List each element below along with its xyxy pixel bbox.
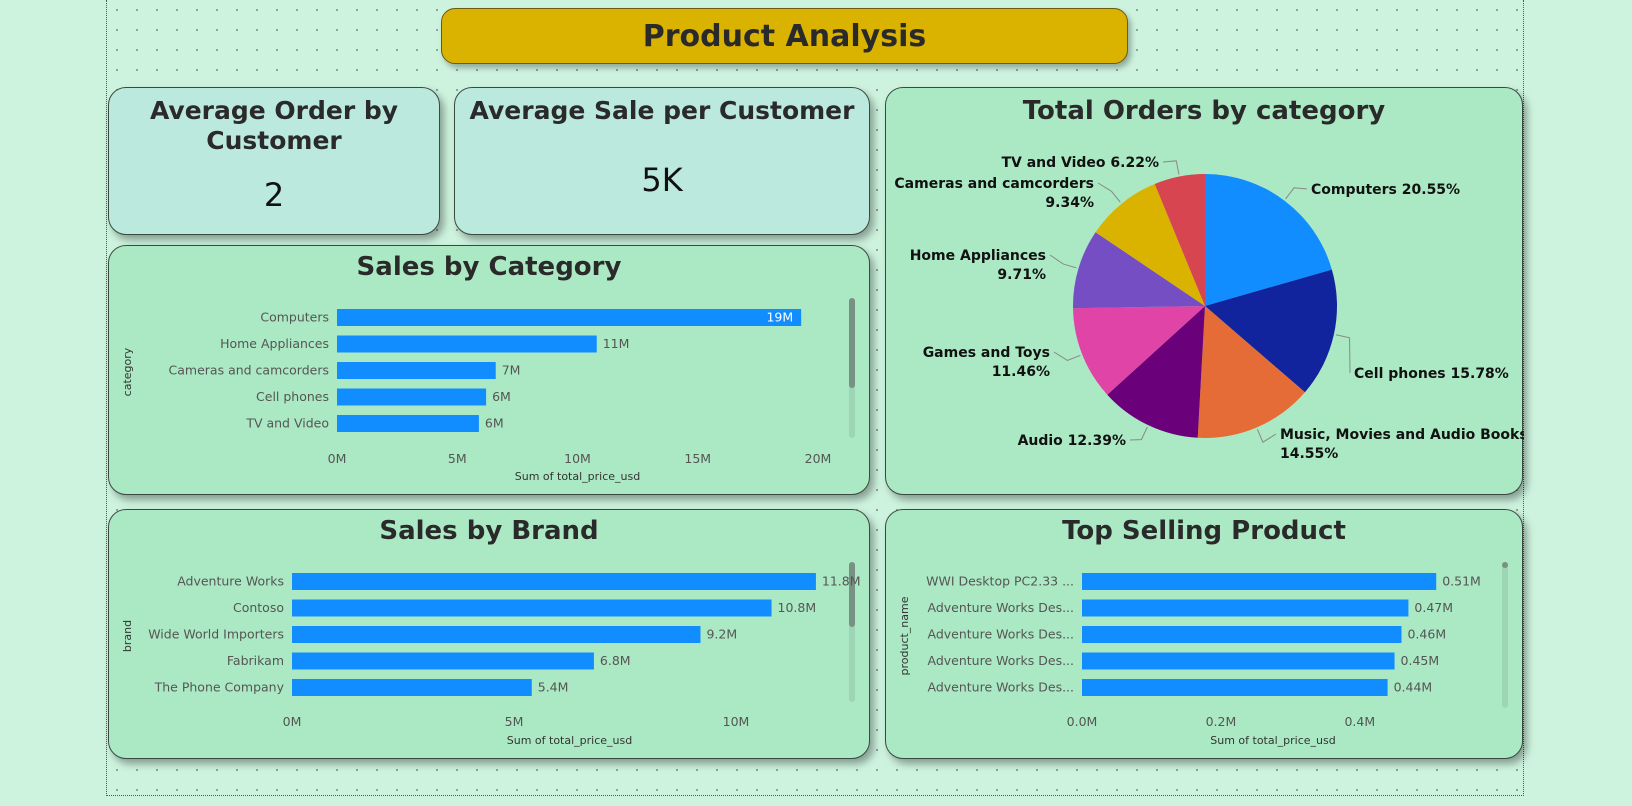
y-axis-title: product_name [898, 596, 911, 675]
x-tick-label: 5M [448, 451, 467, 466]
category-label: Computers [260, 310, 329, 325]
x-tick-label: 0M [328, 451, 347, 466]
category-label: Cameras and camcorders [169, 363, 329, 378]
bar[interactable] [292, 652, 594, 670]
scrollbar-thumb[interactable] [1502, 562, 1508, 568]
slice-label: TV and Video 6.22% [1001, 155, 1159, 171]
kpi-card-average-sale[interactable]: Average Sale per Customer 5K [454, 87, 870, 235]
chart-sales-by-category: Computers 19M Home Appliances 11M Cameras an… [121, 309, 832, 483]
kpi-title: Average Sale per Customer [469, 96, 855, 125]
x-tick-label: 0.0M [1067, 714, 1098, 729]
bar[interactable] [1082, 573, 1437, 590]
panel-sales-by-category[interactable]: Sales by Category Computers 19M Home Appli… [108, 245, 870, 495]
bar[interactable] [337, 362, 496, 379]
scrollbar-thumb[interactable] [849, 562, 855, 627]
scrollbar-thumb[interactable] [849, 298, 855, 388]
data-label: 10.8M [778, 600, 817, 615]
data-label: 11M [603, 336, 630, 351]
category-label: Adventure Works Des... [927, 600, 1074, 615]
bar[interactable] [292, 626, 701, 643]
x-tick-label: 10M [564, 451, 591, 466]
data-label: 0.44M [1394, 680, 1433, 695]
kpi-title-line1: Average Order by [149, 96, 399, 125]
slice-label: Games and Toys 11.46% [923, 345, 1050, 380]
kpi-value: 2 [263, 176, 285, 214]
data-label: 6.8M [600, 653, 631, 668]
data-label: 0.47M [1414, 600, 1453, 615]
x-axis-title: Sum of total_price_usd [515, 470, 640, 483]
slice-label: Music, Movies and Audio Books 14.55% [1280, 427, 1524, 462]
category-label: Contoso [233, 600, 284, 615]
category-label: WWI Desktop PC2.33 ... [926, 574, 1074, 589]
bar[interactable] [337, 335, 597, 353]
panel-sales-by-brand[interactable]: Sales by Brand Adventure Works 11.8M Conto… [108, 509, 870, 759]
bar[interactable] [337, 309, 802, 326]
bar[interactable] [337, 415, 479, 432]
kpi-value: 5K [641, 161, 683, 199]
x-tick-label: 0.4M [1344, 714, 1375, 729]
category-label: The Phone Company [154, 680, 285, 695]
slice-label: Computers 20.55% [1311, 182, 1460, 198]
category-label: Adventure Works [177, 574, 284, 589]
y-axis-title: category [121, 347, 134, 396]
slice-label: Cell phones 15.78% [1354, 366, 1509, 382]
bar[interactable] [1082, 599, 1409, 617]
scrollbar[interactable] [849, 298, 855, 438]
x-tick-label: 20M [805, 451, 832, 466]
bar[interactable] [292, 679, 532, 696]
category-label: Home Appliances [220, 336, 329, 351]
bar[interactable] [1082, 679, 1388, 696]
leader-line [1097, 182, 1121, 203]
bar[interactable] [1082, 626, 1402, 643]
slice-label: Cameras and camcorders 9.34% [894, 176, 1094, 211]
leader-line [1053, 351, 1081, 362]
x-tick-label: 5M [505, 714, 524, 729]
leader-line [1162, 160, 1180, 175]
bar[interactable] [337, 388, 487, 406]
data-label: 19M [766, 310, 793, 325]
chart-total-orders-by-category: Computers 20.55% Cell phones 15.78% Music,… [894, 155, 1524, 462]
x-axis-title: Sum of total_price_usd [1210, 734, 1335, 747]
scrollbar[interactable] [1502, 562, 1508, 708]
chart-sales-by-brand: Adventure Works 11.8MContoso 10.8MWide Wor… [121, 573, 861, 747]
category-label: Wide World Importers [148, 627, 284, 642]
panel-total-orders-by-category[interactable]: Total Orders by category Computers 20.55… [885, 87, 1524, 495]
data-label: 6M [485, 416, 504, 431]
y-axis-title: brand [121, 620, 134, 652]
x-tick-label: 15M [684, 451, 711, 466]
data-label: 9.2M [706, 627, 737, 642]
leader-line [1129, 426, 1148, 441]
leader-line [1335, 334, 1351, 374]
x-axis-title: Sum of total_price_usd [507, 734, 632, 747]
category-label: Fabrikam [227, 653, 284, 668]
data-label: 0.46M [1407, 627, 1446, 642]
data-label: 0.51M [1442, 574, 1481, 589]
leader-line [1049, 254, 1077, 269]
x-tick-label: 0.2M [1206, 714, 1237, 729]
panel-top-selling-product[interactable]: Top Selling Product WWI Desktop PC2.33 .… [885, 509, 1523, 759]
kpi-card-average-order[interactable]: Average Order by Customer 2 [108, 87, 440, 235]
leader-line [1285, 187, 1308, 200]
page-title: Product Analysis [441, 8, 1128, 64]
slice-label: Home Appliances 9.71% [910, 248, 1046, 283]
scrollbar[interactable] [849, 562, 855, 702]
chart-top-selling-product: WWI Desktop PC2.33 ... 0.51M Adventure Wor… [898, 573, 1481, 747]
bar[interactable] [292, 573, 816, 590]
data-label: 7M [502, 363, 521, 378]
kpi-title-line2: Customer [206, 126, 342, 155]
data-label: 5.4M [538, 680, 569, 695]
category-label: Adventure Works Des... [927, 627, 1074, 642]
category-label: Adventure Works Des... [927, 653, 1074, 668]
slice-label: Audio 12.39% [1018, 433, 1126, 449]
data-label: 0.45M [1401, 653, 1440, 668]
data-label: 6M [492, 389, 511, 404]
category-label: Cell phones [256, 389, 329, 404]
bar[interactable] [1082, 652, 1395, 670]
x-tick-label: 10M [723, 714, 750, 729]
bar[interactable] [292, 599, 772, 617]
category-label: Adventure Works Des... [927, 680, 1074, 695]
x-tick-label: 0M [283, 714, 302, 729]
category-label: TV and Video [245, 416, 329, 431]
leader-line [1256, 429, 1277, 443]
